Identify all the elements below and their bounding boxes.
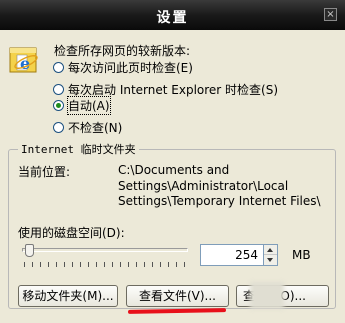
radio-label: 每次访问此页时检查(E) xyxy=(68,60,193,75)
location-label: 当前位置: xyxy=(18,165,71,179)
window-title: 设置 xyxy=(156,10,189,26)
disk-space-label: 使用的磁盘空间(D): xyxy=(18,226,125,240)
unit-label: MB xyxy=(292,248,311,262)
obscured-area xyxy=(250,282,284,309)
radio-button[interactable] xyxy=(53,61,64,73)
disk-space-spinner[interactable] xyxy=(264,244,278,266)
move-folder-button[interactable]: 移动文件夹(M)... xyxy=(18,285,118,307)
slider-ticks xyxy=(24,262,189,267)
internet-explorer-icon: e xyxy=(9,47,38,73)
radio-label: 自动(A) xyxy=(67,95,111,115)
radio-button[interactable] xyxy=(53,121,64,133)
radio-label: 不检查(N) xyxy=(68,120,123,135)
disk-space-slider-track[interactable] xyxy=(22,248,188,252)
radio-automatic[interactable]: 自动(A) xyxy=(53,95,111,115)
red-annotation-underline xyxy=(128,308,226,314)
radio-every-visit[interactable]: 每次访问此页时检查(E) xyxy=(53,59,193,75)
radio-button-checked[interactable] xyxy=(53,99,64,111)
view-files-button[interactable]: 查看文件(V)... xyxy=(126,285,229,307)
location-value: C:\Documents and Settings\Administrator\… xyxy=(118,163,321,208)
title-bar: 设置 × xyxy=(0,0,345,30)
radio-label: 每次启动 Internet Explorer 时检查(S) xyxy=(68,82,279,97)
disk-space-slider-thumb[interactable] xyxy=(25,244,34,257)
spin-down-arrow-icon[interactable] xyxy=(264,255,277,265)
spin-up-arrow-icon[interactable] xyxy=(264,245,277,255)
radio-every-start[interactable]: 每次启动 Internet Explorer 时检查(S) xyxy=(53,81,278,97)
disk-space-input[interactable]: 254 xyxy=(200,244,264,266)
close-button[interactable]: × xyxy=(324,8,337,21)
radio-button[interactable] xyxy=(53,83,64,95)
group-title: Internet 临时文件夹 xyxy=(18,141,139,157)
radio-never[interactable]: 不检查(N) xyxy=(53,119,122,135)
check-header-label: 检查所存网页的较新版本: xyxy=(54,44,191,58)
